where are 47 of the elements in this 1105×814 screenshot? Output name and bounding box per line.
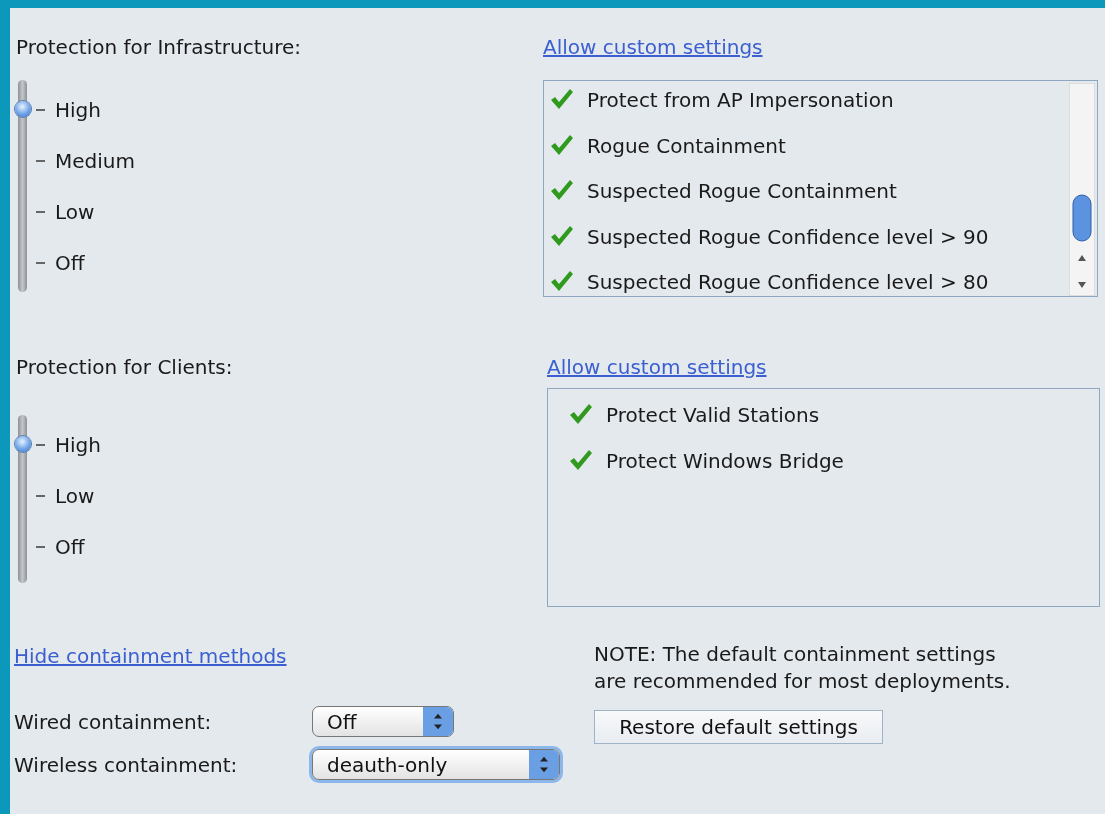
check-icon [550,179,574,201]
note-text: are recommended for most deployments. [594,668,1012,695]
slider-thumb[interactable] [15,101,31,117]
setting-label: Protect Valid Stations [606,403,820,427]
containment-select[interactable]: deauth-only [312,749,560,780]
containment-select[interactable]: Off [312,706,454,737]
field-label: Wired containment: [14,709,213,734]
stepper-icon [529,750,559,779]
custom-settings-link[interactable]: Allow custom settings [547,356,767,378]
note-text: NOTE: The default containment settings [594,641,997,668]
level-label[interactable]: Off [55,534,85,559]
slider-track[interactable] [18,415,27,583]
check-icon [550,88,574,110]
level-label[interactable]: Off [55,250,85,275]
hide-methods-link[interactable]: Hide containment methods [14,645,287,667]
tick-mark [36,159,45,162]
custom-settings-link[interactable]: Allow custom settings [543,36,763,58]
tick-mark [36,261,45,264]
check-icon [550,270,574,292]
setting-label: Protect Windows Bridge [606,448,844,473]
setting-label: Suspected Rogue Confidence level > 90 [587,224,989,249]
tick-mark [36,545,45,548]
check-icon [550,133,574,156]
slider-thumb[interactable] [15,436,31,452]
tick-mark [36,443,45,446]
stepper-icon [423,707,453,736]
restore-defaults-button[interactable]: Restore default settings [594,710,883,744]
setting-label: Protect from AP Impersonation [587,88,894,112]
tick-mark [36,494,45,497]
scrollbar[interactable] [1069,83,1095,296]
check-icon [569,448,593,471]
tick-mark [36,210,45,213]
level-label[interactable]: Medium [55,148,135,173]
tick-mark [36,108,45,111]
field-label: Wireless containment: [14,752,239,777]
level-label[interactable]: Low [55,199,95,224]
level-label[interactable]: High [55,97,101,122]
check-icon [569,403,593,425]
check-icon [550,224,574,247]
section-label: Protection for Infrastructure: [16,36,301,58]
setting-label: Suspected Rogue Confidence level > 80 [587,270,989,294]
slider-track[interactable] [18,80,27,292]
section-label: Protection for Clients: [16,356,233,378]
setting-label: Rogue Containment [587,133,786,158]
setting-label: Suspected Rogue Containment [587,179,897,203]
level-label[interactable]: Low [55,483,95,508]
level-label[interactable]: High [55,432,101,457]
